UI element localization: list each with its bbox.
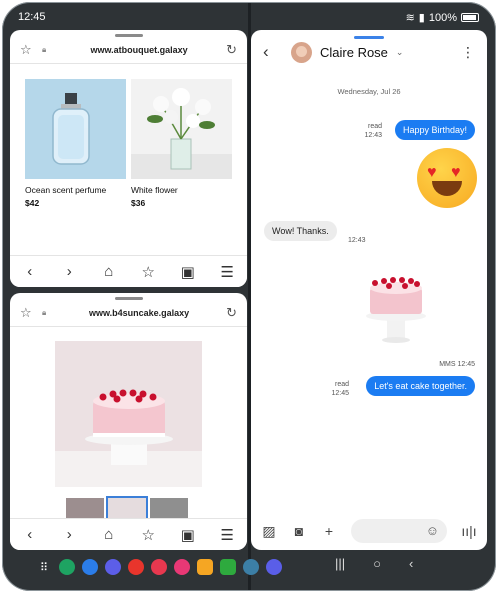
browser-nav-bar: ‹ › ⌂ ☆ ▣ ☰ xyxy=(10,255,247,287)
pane-handle[interactable] xyxy=(114,297,143,300)
mms-time: MMS 12:45 xyxy=(439,361,475,368)
message-bubble-outgoing[interactable]: Let's eat cake together. xyxy=(366,376,475,396)
clock-app-icon[interactable] xyxy=(266,559,282,575)
tabs-icon[interactable]: ▣ xyxy=(178,263,198,281)
flipboard-app-icon[interactable] xyxy=(128,559,144,575)
status-time: 12:45 xyxy=(18,11,46,23)
avatar[interactable] xyxy=(291,41,312,63)
message-meta: read 12:45 xyxy=(331,380,349,398)
message-input[interactable]: ☺ xyxy=(351,519,447,543)
divider xyxy=(10,63,247,64)
product-price: $42 xyxy=(25,198,40,208)
emoji-mouth xyxy=(432,181,462,196)
read-receipt: read xyxy=(367,123,382,130)
thumbnail[interactable] xyxy=(150,498,188,518)
apps-grid-icon[interactable]: ⠿ xyxy=(36,561,52,574)
browser-pane-top[interactable]: ☆ 🔒︎ www.atbouquet.galaxy ↻ Ocean scent … xyxy=(10,30,247,287)
back-icon[interactable]: ‹ xyxy=(20,526,40,543)
message-meta: read 12:43 xyxy=(364,122,382,140)
back-button-icon[interactable]: ‹ xyxy=(409,556,413,571)
perfume-image xyxy=(25,79,126,179)
emoji-icon[interactable]: ☺ xyxy=(426,523,439,538)
home-button-icon[interactable]: ○ xyxy=(373,556,381,571)
url-text[interactable]: www.b4suncake.galaxy xyxy=(52,308,226,318)
product-name: White flower xyxy=(131,185,178,195)
messages-pane[interactable]: ‹ Claire Rose ⌄ ⋮ Wednesday, Jul 26 read… xyxy=(251,30,487,550)
message-composer: ▨ ◙ + ☺ ıı|ı xyxy=(251,512,487,550)
battery-icon xyxy=(461,13,479,22)
date-divider: Wednesday, Jul 26 xyxy=(337,87,401,96)
reload-icon[interactable]: ↻ xyxy=(226,42,237,58)
camera-icon[interactable]: ◙ xyxy=(291,523,307,539)
gallery-icon[interactable]: ▨ xyxy=(261,523,277,540)
thumbnail-selected[interactable] xyxy=(106,496,148,520)
chat-header: ‹ Claire Rose ⌄ ⋮ xyxy=(251,38,487,66)
phone-app-icon[interactable] xyxy=(59,559,75,575)
url-text[interactable]: www.atbouquet.galaxy xyxy=(52,45,226,55)
browser-nav-bar: ‹ › ⌂ ☆ ▣ ☰ xyxy=(10,518,247,550)
status-bar: 12:45 ≋ ▮ 100% xyxy=(12,8,487,24)
gallery-app-icon[interactable] xyxy=(174,559,190,575)
pane-handle[interactable] xyxy=(114,34,143,37)
camera-app-icon[interactable] xyxy=(151,559,167,575)
messages-app-icon[interactable] xyxy=(82,559,98,575)
home-icon[interactable]: ⌂ xyxy=(99,263,119,280)
lock-icon: 🔒︎ xyxy=(42,308,47,317)
bookmarks-icon[interactable]: ☆ xyxy=(138,263,158,281)
taskbar-dock: ⠿ xyxy=(36,556,282,578)
message-bubble-incoming[interactable]: Wow! Thanks. xyxy=(264,221,337,241)
contact-name[interactable]: Claire Rose xyxy=(320,45,388,60)
forward-icon[interactable]: › xyxy=(59,263,79,280)
cake-image-attachment[interactable] xyxy=(359,262,434,344)
wifi-icon: ≋ xyxy=(405,12,415,24)
plus-icon[interactable]: + xyxy=(321,523,337,539)
read-receipt: read xyxy=(334,381,349,388)
product-card[interactable]: Ocean scent perfume $42 xyxy=(25,79,126,208)
internet-app-icon[interactable] xyxy=(105,559,121,575)
tabs-icon[interactable]: ▣ xyxy=(178,526,198,544)
bookmarks-icon[interactable]: ☆ xyxy=(138,526,158,544)
reload-icon[interactable]: ↻ xyxy=(226,305,237,321)
heart-icon: ♥ xyxy=(451,164,461,181)
heart-icon: ♥ xyxy=(427,164,437,181)
chevron-down-icon[interactable]: ⌄ xyxy=(396,47,404,58)
battery-percent: 100% xyxy=(428,11,457,24)
product-name: Ocean scent perfume xyxy=(25,185,107,195)
menu-icon[interactable]: ☰ xyxy=(217,526,237,544)
thumbnail-strip xyxy=(66,496,188,520)
browser-pane-bottom[interactable]: ☆ 🔒︎ www.b4suncake.galaxy ↻ ‹ › ⌂ ☆ ▣ ☰ xyxy=(10,293,247,550)
my-files-app-icon[interactable] xyxy=(197,559,213,575)
recents-icon[interactable]: ||| xyxy=(335,556,345,571)
thumbnail[interactable] xyxy=(66,498,104,518)
cake-image[interactable] xyxy=(55,341,202,487)
forward-icon[interactable]: › xyxy=(59,526,79,543)
menu-icon[interactable]: ☰ xyxy=(217,263,237,281)
message-time: 12:45 xyxy=(331,390,349,397)
flower-image xyxy=(131,79,232,179)
message-bubble-outgoing[interactable]: Happy Birthday! xyxy=(394,120,475,140)
voice-record-icon[interactable]: ıı|ı xyxy=(461,523,477,539)
message-time: 12:43 xyxy=(364,132,382,139)
lock-icon: 🔒︎ xyxy=(42,45,47,54)
heart-eyes-emoji[interactable]: ♥ ♥ xyxy=(417,148,477,208)
home-icon[interactable]: ⌂ xyxy=(99,526,119,543)
product-price: $36 xyxy=(131,198,146,208)
divider xyxy=(10,326,247,327)
more-options-icon[interactable]: ⋮ xyxy=(461,44,475,61)
system-navigation: ||| ○ ‹ xyxy=(335,556,413,571)
signal-icon: ▮ xyxy=(418,12,425,24)
bookmark-star-icon[interactable]: ☆ xyxy=(20,305,36,321)
message-time: 12:43 xyxy=(348,237,366,244)
bookmark-star-icon[interactable]: ☆ xyxy=(20,42,36,58)
back-icon[interactable]: ‹ xyxy=(20,263,40,280)
status-icons: ≋ ▮ 100% xyxy=(406,11,479,24)
product-card[interactable]: White flower $36 xyxy=(131,79,232,208)
settings-app-icon[interactable] xyxy=(243,559,259,575)
back-arrow-icon[interactable]: ‹ xyxy=(263,42,285,62)
address-bar: ☆ 🔒︎ www.b4suncake.galaxy ↻ xyxy=(10,301,247,325)
address-bar: ☆ 🔒︎ www.atbouquet.galaxy ↻ xyxy=(10,38,247,62)
calculator-app-icon[interactable] xyxy=(220,559,236,575)
